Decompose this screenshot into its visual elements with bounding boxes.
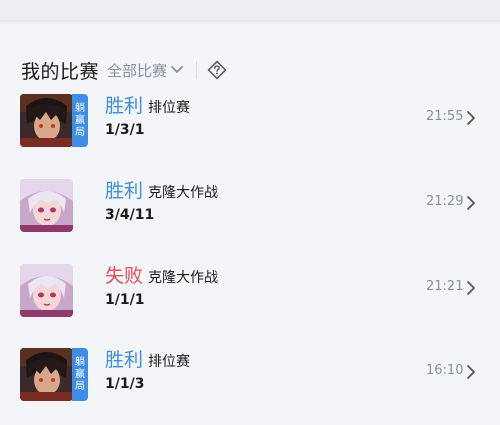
match-mode: 克隆大作战 [148, 185, 218, 201]
section-header: 我的比赛 全部比赛 [21, 56, 227, 84]
chevron-right-icon [467, 365, 475, 379]
match-time: 21:29 [426, 194, 464, 209]
help-diamond-icon [207, 60, 227, 80]
match-result: 失败 [105, 265, 144, 287]
hero-avatar: 躺赢局 [20, 94, 88, 147]
match-mode: 排位赛 [148, 354, 190, 370]
top-bar [0, 0, 500, 20]
match-kda: 3/4/11 [105, 207, 155, 223]
match-kda: 1/3/1 [105, 122, 145, 138]
hero-avatar [20, 264, 88, 317]
chevron-down-icon [171, 66, 183, 73]
mvp-tag: 躺赢局 [72, 94, 88, 147]
hero-portrait [20, 348, 73, 401]
match-row[interactable]: 躺赢局 胜利 排位赛 1/3/1 21:55 [0, 94, 500, 168]
match-time: 21:21 [426, 279, 464, 294]
match-kda: 1/1/1 [105, 292, 145, 308]
match-time: 21:55 [426, 109, 464, 124]
help-button[interactable] [207, 60, 227, 80]
match-result: 胜利 [105, 180, 144, 202]
match-row[interactable]: 躺赢局 胜利 排位赛 1/1/3 16:10 [0, 348, 500, 422]
match-row[interactable]: 胜利 克隆大作战 3/4/11 21:29 [0, 179, 500, 253]
match-result: 胜利 [105, 349, 144, 371]
match-kda: 1/1/3 [105, 376, 145, 392]
hero-avatar: 躺赢局 [20, 348, 88, 401]
top-bar-shadow [0, 20, 500, 24]
match-result: 胜利 [105, 95, 144, 117]
header-divider [196, 61, 198, 79]
chevron-right-icon [467, 281, 475, 295]
filter-label: 全部比赛 [107, 61, 168, 80]
hero-portrait [20, 94, 73, 147]
chevron-right-icon [467, 111, 475, 125]
match-time: 16:10 [426, 363, 464, 378]
filter-dropdown[interactable]: 全部比赛 [107, 60, 184, 81]
mvp-tag: 躺赢局 [72, 348, 88, 401]
hero-portrait [20, 264, 73, 317]
hero-portrait [20, 179, 73, 232]
match-row[interactable]: 失败 克隆大作战 1/1/1 21:21 [0, 264, 500, 338]
chevron-right-icon [467, 196, 475, 210]
match-mode: 克隆大作战 [148, 270, 218, 286]
section-title: 我的比赛 [21, 60, 100, 83]
hero-avatar [20, 179, 88, 232]
match-mode: 排位赛 [148, 100, 190, 116]
